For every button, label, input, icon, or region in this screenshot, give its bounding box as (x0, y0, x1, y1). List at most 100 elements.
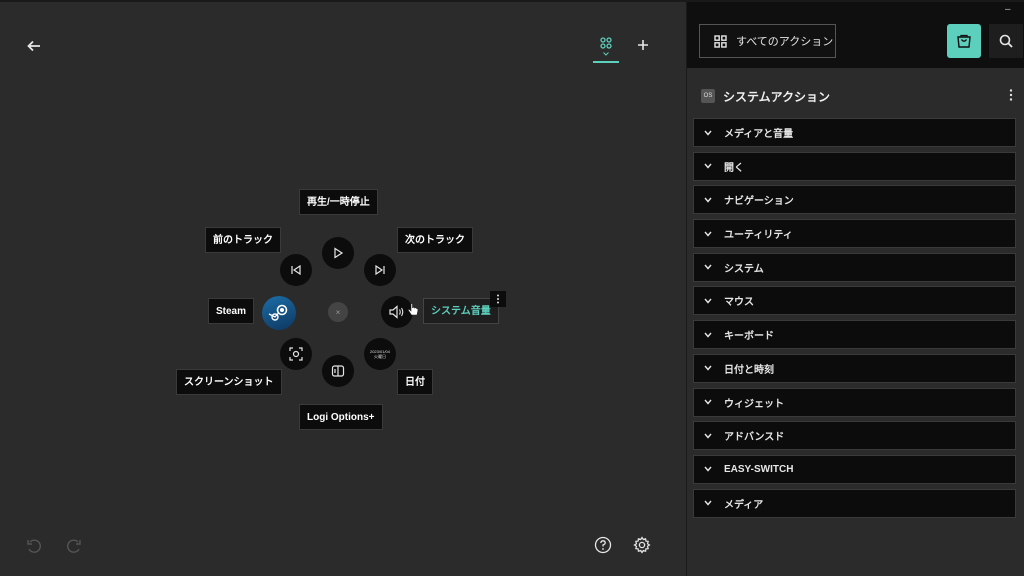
undo-icon (27, 539, 41, 553)
add-button[interactable] (632, 34, 654, 56)
label-screenshot[interactable]: スクリーンショット (176, 369, 282, 395)
gear-icon (633, 536, 651, 554)
category-label: 開く (724, 162, 744, 174)
category-media[interactable]: メディア (693, 488, 1016, 518)
next-track-node[interactable] (364, 254, 396, 286)
label-steam[interactable]: Steam (208, 298, 255, 324)
category-date-time[interactable]: 日付と時刻 (693, 353, 1016, 383)
chevron-down-icon (704, 332, 712, 338)
category-label: アドバンスド (724, 432, 785, 444)
play-pause-node[interactable] (322, 237, 354, 269)
back-arrow-icon (27, 40, 40, 52)
center-close-node[interactable]: × (328, 302, 348, 322)
label-next-track[interactable]: 次のトラック (397, 227, 473, 253)
category-label: メディアと音量 (724, 129, 794, 140)
redo-icon (67, 539, 81, 553)
category-easy-switch[interactable]: EASY-SWITCH (693, 454, 1016, 484)
actions-panel: – ⋮ すべてのアクション OS システムアクション メディアと音量 開く ナビ… (686, 2, 1024, 576)
volume-icon (389, 305, 404, 319)
grid-icon (600, 36, 612, 49)
all-actions-button[interactable]: すべてのアクション (699, 24, 836, 58)
back-button[interactable] (22, 34, 46, 58)
category-label: ウィジェット (724, 398, 784, 410)
chevron-down-icon (704, 197, 712, 203)
category-utility[interactable]: ユーティリティ (693, 219, 1016, 249)
logi-icon (331, 365, 345, 377)
help-button[interactable] (592, 534, 614, 556)
node-options-button[interactable] (490, 291, 506, 307)
prev-track-node[interactable] (280, 254, 312, 286)
undo-button[interactable] (24, 536, 44, 556)
chevron-down-icon (704, 163, 712, 169)
chevron-down-icon (704, 433, 712, 439)
screenshot-node[interactable] (280, 338, 312, 370)
panel-header: – ⋮ すべてのアクション (687, 2, 1024, 68)
os-badge: OS (701, 89, 715, 103)
label-logi-options[interactable]: Logi Options+ (299, 404, 383, 430)
logi-options-node[interactable] (322, 355, 354, 387)
label-prev-track[interactable]: 前のトラック (205, 227, 281, 253)
search-icon (999, 34, 1013, 48)
chevron-down-icon (704, 130, 712, 136)
next-icon (375, 264, 385, 276)
window-menu-icon[interactable]: ⋮ (1020, 4, 1024, 15)
category-label: ユーティリティ (724, 230, 793, 242)
hand-cursor-icon (408, 303, 419, 316)
chevron-down-icon (704, 500, 712, 506)
tab-grid[interactable] (593, 31, 619, 63)
radial-menu-canvas: × 2023/01/04 火曜日 再生/一時停止 前のトラック 次のトラック St… (0, 2, 686, 576)
chevron-down-icon (704, 365, 712, 371)
tab-underline (593, 61, 619, 63)
grid-icon (714, 34, 727, 48)
chevron-down-icon (704, 298, 712, 304)
category-open[interactable]: 開く (693, 151, 1016, 181)
calendar-icon: 2023/01/04 火曜日 (370, 349, 390, 359)
category-list: メディアと音量 開く ナビゲーション ユーティリティ システム マウス キーボー… (693, 118, 1016, 522)
chevron-down-icon (704, 466, 712, 472)
date-node[interactable]: 2023/01/04 火曜日 (364, 338, 396, 370)
label-play-pause[interactable]: 再生/一時停止 (299, 189, 378, 215)
category-label: ナビゲーション (724, 196, 794, 208)
category-keyboard[interactable]: キーボード (693, 320, 1016, 350)
more-vertical-icon (497, 294, 499, 304)
label-system-volume[interactable]: システム音量 (423, 298, 499, 324)
section-more-button[interactable] (1009, 88, 1013, 106)
search-button[interactable] (989, 24, 1023, 58)
category-label: システム (724, 263, 764, 275)
category-label: 日付と時刻 (724, 364, 774, 376)
prev-icon (291, 264, 301, 276)
store-icon (957, 34, 971, 48)
category-widget[interactable]: ウィジェット (693, 387, 1016, 417)
play-icon (334, 247, 344, 259)
category-system[interactable]: システム (693, 252, 1016, 282)
chevron-down-icon (603, 51, 609, 56)
steam-icon (268, 304, 288, 321)
category-label: メディア (724, 499, 764, 511)
section-header: OS システムアクション (701, 86, 1021, 106)
redo-button[interactable] (64, 536, 84, 556)
settings-button[interactable] (631, 534, 653, 556)
category-label: EASY-SWITCH (724, 463, 794, 475)
category-media-volume[interactable]: メディアと音量 (693, 118, 1016, 147)
store-button[interactable] (947, 24, 981, 58)
all-actions-label: すべてのアクション (736, 36, 834, 48)
chevron-down-icon (704, 264, 712, 270)
chevron-down-icon (704, 399, 712, 405)
section-title: システムアクション (723, 89, 831, 104)
plus-icon (638, 40, 648, 50)
label-date[interactable]: 日付 (397, 369, 433, 395)
steam-node[interactable] (262, 296, 296, 330)
category-navigation[interactable]: ナビゲーション (693, 185, 1016, 215)
center-label: × (335, 307, 341, 317)
category-label: マウス (724, 297, 754, 309)
help-icon (594, 536, 612, 554)
category-advanced[interactable]: アドバンスド (693, 421, 1016, 451)
minimize-icon[interactable]: – (1005, 4, 1011, 15)
date-icon-day: 火曜日 (374, 354, 386, 359)
more-vertical-icon (1009, 89, 1013, 101)
app-window: × 2023/01/04 火曜日 再生/一時停止 前のトラック 次のトラック St… (0, 0, 1024, 576)
chevron-down-icon (704, 231, 712, 237)
category-label: キーボード (724, 331, 774, 343)
category-mouse[interactable]: マウス (693, 286, 1016, 316)
screenshot-icon (289, 347, 303, 361)
